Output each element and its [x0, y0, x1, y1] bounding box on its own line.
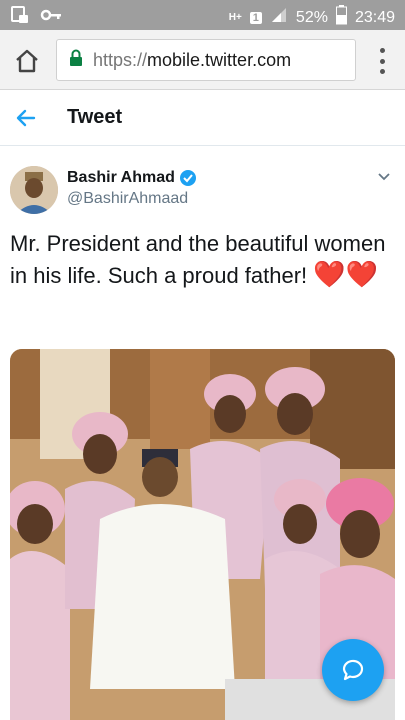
signal-icon	[270, 6, 288, 29]
tweet-text: Mr. President and the beautiful women in…	[10, 228, 390, 291]
sim-indicator: 1	[249, 11, 262, 24]
lock-icon	[69, 49, 83, 72]
status-left	[10, 5, 62, 30]
tweet-author: Bashir Ahmad @BashirAhmaad	[0, 160, 405, 220]
home-icon	[16, 49, 38, 73]
reply-button[interactable]	[322, 639, 384, 701]
verified-badge-icon	[179, 170, 196, 186]
chevron-down-icon	[378, 173, 390, 181]
browser-menu-button[interactable]	[377, 48, 387, 74]
tweet-header: Tweet	[0, 90, 405, 146]
clock: 23:49	[354, 8, 395, 26]
author-name[interactable]: Bashir Ahmad	[67, 169, 197, 187]
home-button[interactable]	[12, 46, 42, 76]
status-bar: H+ 1 52% 23:49	[0, 0, 405, 30]
browser-toolbar: https://mobile.twitter.com	[0, 30, 405, 90]
more-vertical-icon	[379, 48, 385, 53]
avatar[interactable]	[10, 166, 58, 214]
network-type-label: H+	[228, 12, 242, 23]
battery-icon	[335, 5, 347, 30]
address-bar[interactable]: https://mobile.twitter.com	[56, 39, 356, 81]
author-name-text: Bashir Ahmad	[67, 169, 175, 186]
key-icon	[40, 5, 62, 30]
back-button[interactable]	[14, 106, 38, 130]
reply-icon	[342, 659, 364, 681]
tweet-options-button[interactable]	[377, 170, 391, 184]
back-arrow-icon	[16, 109, 36, 127]
heart-emoji: ❤️❤️	[313, 259, 379, 289]
url-scheme: https://	[93, 49, 148, 70]
url-host: mobile.twitter.com	[147, 49, 292, 70]
screen-icon	[10, 5, 30, 30]
author-handle[interactable]: @BashirAhmaad	[67, 190, 188, 208]
page-title: Tweet	[67, 106, 123, 128]
status-right: H+ 1 52% 23:49	[229, 5, 395, 30]
battery-percent: 52%	[295, 8, 328, 26]
